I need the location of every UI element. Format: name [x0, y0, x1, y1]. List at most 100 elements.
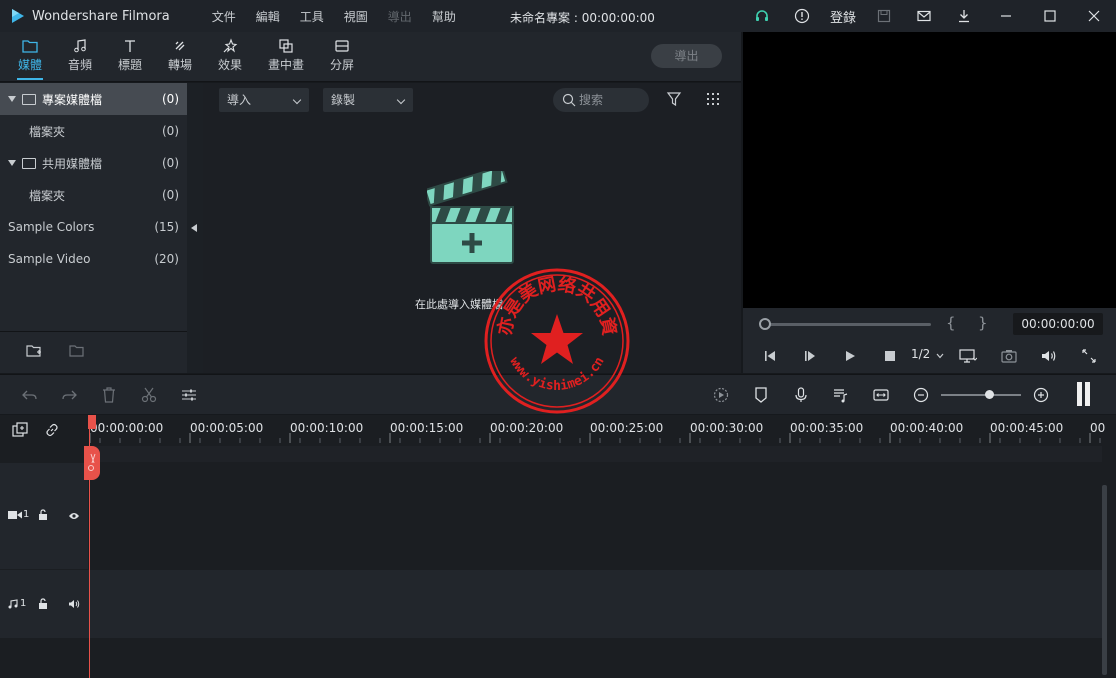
close-icon[interactable] — [1072, 0, 1116, 32]
library-item-count: (0) — [162, 92, 179, 106]
speaker-icon[interactable] — [68, 598, 80, 612]
stop-icon[interactable] — [880, 346, 900, 366]
search-icon — [562, 93, 576, 107]
library-footer — [0, 331, 187, 373]
tab-pip[interactable]: 畫中畫 — [261, 36, 311, 73]
export-button[interactable]: 導出 — [651, 44, 722, 68]
video-track-number: 1 — [23, 509, 30, 520]
menu-export[interactable]: 導出 — [378, 8, 422, 25]
collapse-panel-icon[interactable] — [191, 224, 197, 232]
tab-transitions[interactable]: 轉場 — [155, 36, 205, 73]
video-track-lane[interactable] — [88, 463, 1102, 569]
library-item-count: (0) — [162, 124, 179, 138]
mail-icon[interactable] — [904, 0, 944, 32]
tick-label: 00:00:40:00 — [890, 421, 964, 435]
render-preview-icon[interactable] — [711, 385, 731, 405]
playhead-marker[interactable] — [88, 415, 96, 429]
add-track-icon[interactable] — [12, 422, 28, 441]
link-icon[interactable] — [44, 422, 60, 441]
zoom-out-icon[interactable] — [911, 385, 931, 405]
zoom-slider-knob[interactable] — [985, 390, 994, 399]
menu-view[interactable]: 視圖 — [334, 8, 378, 25]
step-frame-icon[interactable] — [800, 346, 820, 366]
new-folder-icon[interactable] — [26, 344, 42, 361]
music-note-icon — [55, 36, 105, 56]
lock-icon[interactable] — [38, 598, 48, 613]
volume-icon[interactable] — [1039, 346, 1059, 366]
voiceover-icon[interactable] — [831, 385, 851, 405]
preview-scrubber-track[interactable] — [765, 323, 931, 326]
chevron-down-icon[interactable] — [930, 346, 950, 366]
track-spacer — [0, 446, 88, 462]
playback-ratio-select[interactable]: 1/2 — [911, 347, 930, 361]
library-item-shared-media[interactable]: 共用媒體檔 (0) — [0, 147, 187, 179]
video-track-header: 1 — [0, 463, 88, 569]
search-box[interactable] — [553, 88, 649, 112]
audio-track-lane[interactable] — [88, 570, 1102, 638]
login-button[interactable]: 登錄 — [822, 7, 864, 26]
timeline-scrollbar[interactable] — [1102, 485, 1107, 675]
mark-in-button[interactable]: { — [946, 314, 956, 332]
maximize-icon[interactable] — [1028, 0, 1072, 32]
preview-screen[interactable] — [743, 32, 1116, 308]
folder-outline-icon[interactable] — [69, 344, 85, 361]
undo-icon[interactable] — [20, 385, 40, 405]
tab-media[interactable]: 媒體 — [5, 36, 55, 80]
search-input[interactable] — [579, 92, 643, 108]
adjust-icon[interactable] — [179, 385, 199, 405]
playhead-handle[interactable] — [84, 446, 100, 480]
folder-icon — [22, 157, 36, 169]
detach-audio-icon[interactable] — [871, 385, 891, 405]
record-dropdown[interactable]: 錄製 — [323, 88, 413, 112]
library-item-folder[interactable]: 檔案夾 (0) — [0, 179, 187, 211]
snapshot-icon[interactable] — [999, 346, 1019, 366]
delete-icon[interactable] — [99, 385, 119, 405]
zoom-in-icon[interactable] — [1031, 385, 1051, 405]
tick-label: 00:00:30:00 — [690, 421, 764, 435]
import-dropdown[interactable]: 導入 — [219, 88, 309, 112]
mark-out-button[interactable]: } — [978, 314, 988, 332]
track-spacer-lane — [88, 446, 1102, 462]
library-item-count: (0) — [162, 188, 179, 202]
download-icon[interactable] — [944, 0, 984, 32]
zoom-slider-track[interactable] — [941, 394, 1021, 396]
tab-effects[interactable]: 效果 — [205, 36, 255, 73]
redo-icon[interactable] — [59, 385, 79, 405]
tick-label: 00:00:15:00 — [390, 421, 464, 435]
menu-file[interactable]: 文件 — [202, 8, 246, 25]
save-icon[interactable] — [864, 0, 904, 32]
pause-icon[interactable] — [1077, 382, 1091, 406]
library-item-sample-video[interactable]: Sample Video (20) — [0, 243, 187, 275]
tab-split-screen[interactable]: 分屏 — [317, 36, 367, 73]
library-item-project-media[interactable]: 專案媒體檔 (0) — [0, 83, 187, 115]
headset-icon[interactable] — [742, 0, 782, 32]
marker-icon[interactable] — [751, 385, 771, 405]
expand-triangle-icon[interactable] — [8, 96, 16, 102]
timeline-header-left — [0, 415, 88, 445]
expand-triangle-icon[interactable] — [8, 160, 16, 166]
menu-tools[interactable]: 工具 — [290, 8, 334, 25]
menu-bar: 文件 編輯 工具 視圖 導出 幫助 — [202, 8, 466, 25]
fullscreen-icon[interactable] — [1079, 346, 1099, 366]
play-icon[interactable] — [840, 346, 860, 366]
timeline-ruler[interactable]: 00:00:00:00 00:00:05:00 00:00:10:00 00:0… — [88, 415, 1106, 445]
grid-view-icon[interactable] — [705, 91, 721, 110]
notification-icon[interactable] — [782, 0, 822, 32]
cut-icon[interactable] — [139, 385, 159, 405]
microphone-icon[interactable] — [791, 385, 811, 405]
library-item-sample-colors[interactable]: Sample Colors (15) — [0, 211, 187, 243]
lock-icon[interactable] — [38, 509, 48, 524]
filter-icon[interactable] — [666, 91, 682, 110]
library-item-folder[interactable]: 檔案夾 (0) — [0, 115, 187, 147]
tab-media-label: 媒體 — [17, 58, 42, 72]
tab-audio[interactable]: 音頻 — [55, 36, 105, 73]
preview-scrubber-knob[interactable] — [759, 318, 771, 330]
display-settings-icon[interactable] — [958, 346, 978, 366]
skip-back-icon[interactable] — [760, 346, 780, 366]
menu-edit[interactable]: 編輯 — [246, 8, 290, 25]
tab-titles[interactable]: 標題 — [105, 36, 155, 73]
minimize-icon[interactable] — [984, 0, 1028, 32]
pip-icon — [261, 36, 311, 56]
eye-icon[interactable] — [68, 510, 80, 524]
clapperboard-icon[interactable] — [424, 165, 517, 270]
